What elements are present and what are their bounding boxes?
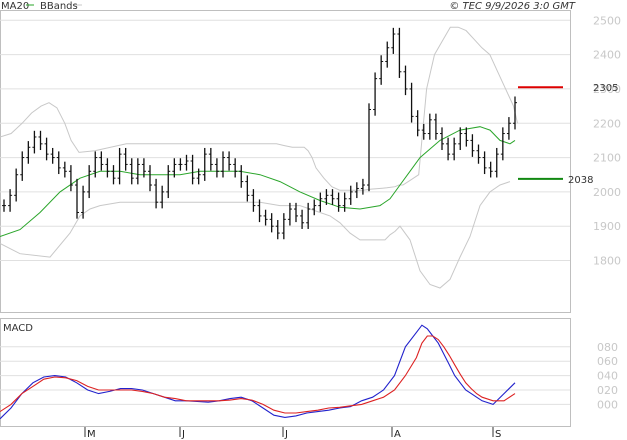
price-y-tick-label: 2000 (593, 186, 621, 199)
x-tick-label: J (181, 429, 185, 440)
macd-y-tick-label: 060 (597, 355, 618, 368)
bollinger-upper-band (0, 26, 518, 191)
chart-stage: 2500 2400 2300 2200 2100 2000 1900 1800 080 060 04… (0, 0, 627, 440)
price-y-tick-label: 2200 (593, 117, 621, 130)
macd-y-tick-label: 020 (597, 384, 618, 397)
price-y-tick-label: 1800 (593, 255, 621, 268)
level-label: 2038 (568, 175, 593, 186)
x-tick-label: J (284, 429, 288, 440)
x-tick-label: M (87, 429, 96, 440)
price-y-tick-label: 1900 (593, 220, 621, 233)
level-label: 2305 (593, 83, 618, 94)
macd-panel-frame (0, 318, 571, 427)
macd-y-tick-label: 000 (597, 398, 618, 411)
x-tick-label: A (394, 429, 401, 440)
price-y-tick-label: 2500 (593, 14, 621, 27)
legend-ma20: MA20 (1, 1, 29, 12)
price-y-tick-label: 2400 (593, 49, 621, 62)
chart-canvas: 2500240023002200210020001900180008006004… (0, 1, 621, 440)
legend-bbands: BBands (40, 1, 78, 12)
price-y-tick-label: 2100 (593, 152, 621, 165)
macd-y-tick-label: 040 (597, 370, 618, 383)
macd-panel-title: MACD (3, 323, 33, 334)
watermark-text: © TEC 9/9/2026 3:0 GMT (449, 1, 576, 12)
macd-y-tick-label: 080 (597, 341, 618, 354)
x-tick-label: S (495, 429, 501, 440)
macd-signal-line (0, 335, 516, 414)
